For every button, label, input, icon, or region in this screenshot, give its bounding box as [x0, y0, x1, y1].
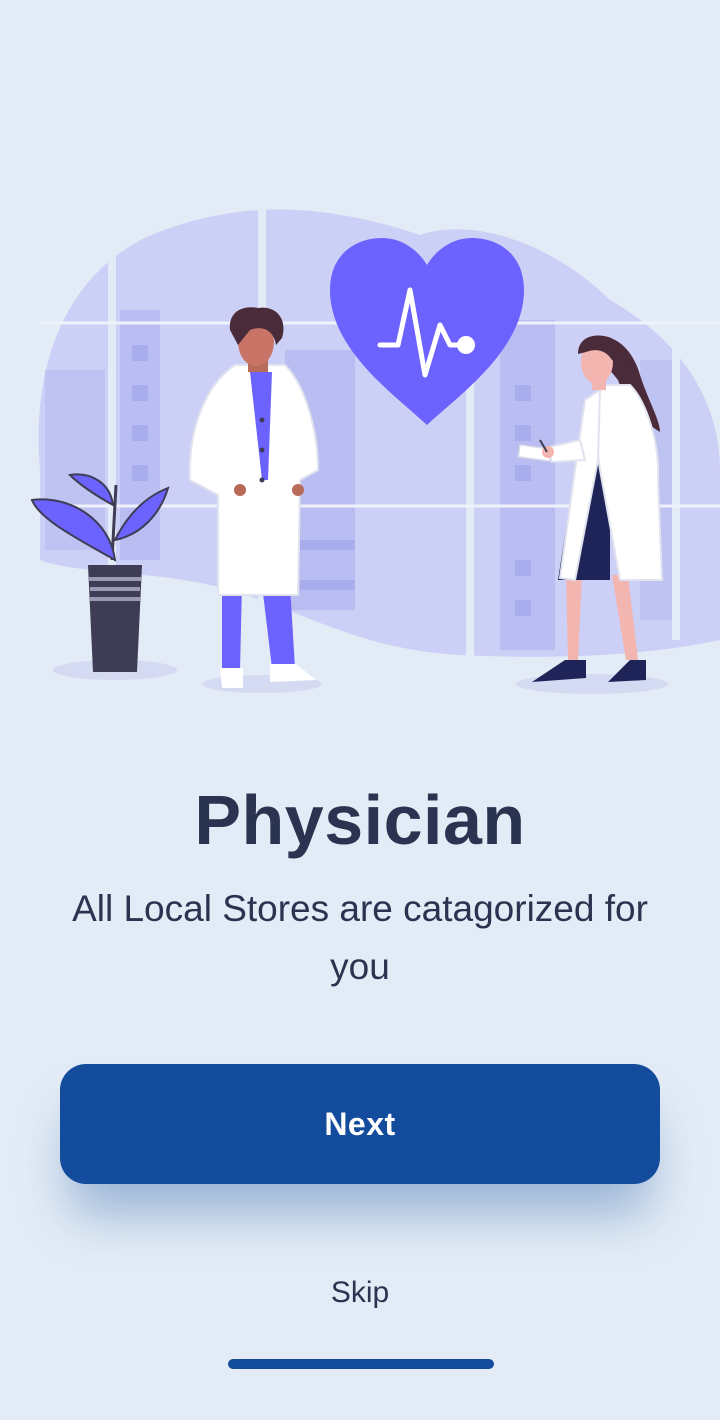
- doctors-illustration: [30, 205, 720, 694]
- home-indicator: [228, 1359, 494, 1369]
- skip-button[interactable]: Skip: [260, 1268, 460, 1316]
- page-title: Physician: [194, 781, 526, 859]
- page-subtitle: All Local Stores are catagorized for you: [72, 888, 648, 987]
- next-button[interactable]: Next: [60, 1064, 660, 1184]
